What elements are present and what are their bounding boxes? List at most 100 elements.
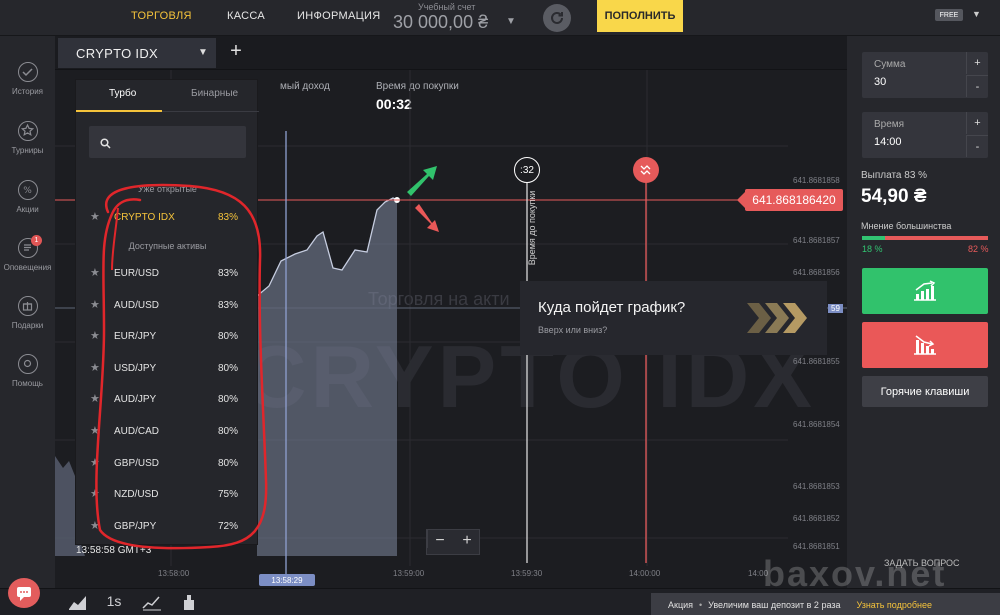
y-tick: 641.8681854	[793, 420, 840, 429]
star-icon[interactable]: ★	[90, 266, 100, 279]
asset-selector-panel: Турбо Бинарные Уже открытые ★ CRYPTO IDX…	[75, 79, 259, 545]
sidebar-item-label: Турниры	[11, 146, 44, 155]
star-icon[interactable]: ★	[90, 329, 100, 342]
purchase-timer: :32	[514, 157, 540, 183]
help-icon	[17, 354, 38, 374]
nav-information[interactable]: ИНФОРМАЦИЯ	[297, 10, 380, 22]
time-decrease-button[interactable]: -	[966, 135, 988, 157]
nav-trading[interactable]: ТОРГОВЛЯ	[131, 10, 192, 22]
sidebar-item-notifications[interactable]: 1 Оповещения	[0, 235, 55, 272]
call-up-button[interactable]	[862, 268, 988, 314]
asset-payout: 83%	[218, 299, 239, 311]
majority-bar	[862, 236, 988, 240]
amount-field[interactable]: Сумма 30 + -	[862, 52, 988, 98]
chart-up-icon	[914, 280, 936, 301]
asset-name: EUR/JPY	[114, 331, 157, 343]
zoom-controls: − +	[426, 529, 480, 555]
trade-panel: Сумма 30 + - Время 14:00 + - Выплата 83 …	[847, 36, 1000, 588]
amount-decrease-button[interactable]: -	[966, 75, 988, 97]
asset-payout: 75%	[218, 489, 239, 501]
time-increase-button[interactable]: +	[966, 112, 988, 134]
tab-turbo[interactable]: Турбо	[109, 88, 136, 99]
caret-down-icon: ▼	[506, 16, 516, 27]
star-icon[interactable]: ★	[90, 519, 100, 532]
chevrons-right-icon	[747, 303, 807, 333]
sidebar-item-label: История	[11, 87, 44, 96]
asset-payout: 83%	[218, 212, 239, 223]
asset-row[interactable]: ★ GBP/JPY 72%	[76, 515, 259, 539]
y-tick: 641.8681853	[793, 482, 840, 491]
star-icon[interactable]: ★	[90, 210, 100, 223]
account-label: Учебный счет	[418, 2, 476, 12]
asset-payout: 80%	[218, 331, 239, 343]
star-icon[interactable]: ★	[90, 361, 100, 374]
nav-cashier[interactable]: КАССА	[227, 10, 265, 22]
server-clock: 13:58:58 GMT+3	[76, 545, 152, 556]
star-icon[interactable]: ★	[90, 487, 100, 500]
asset-row[interactable]: ★ GBP/USD 80%	[76, 452, 259, 476]
star-icon[interactable]: ★	[90, 424, 100, 437]
caret-down-icon[interactable]: ▼	[972, 9, 981, 19]
star-icon[interactable]: ★	[90, 456, 100, 469]
sidebar-item-tournaments[interactable]: Турниры	[0, 121, 55, 155]
asset-row[interactable]: ★ CRYPTO IDX 83%	[76, 206, 259, 230]
sidebar-item-gifts[interactable]: Подарки	[0, 296, 55, 330]
asset-row[interactable]: ★ EUR/USD 83%	[76, 262, 259, 286]
amount-label: Сумма	[874, 59, 906, 70]
amount-increase-button[interactable]: +	[966, 52, 988, 74]
majority-down: 82 %	[968, 244, 989, 254]
majority-up: 18 %	[862, 244, 883, 254]
left-sidebar: История Турниры % Акции 1 Оповещения Под…	[0, 36, 55, 615]
ask-question-link[interactable]: ЗАДАТЬ ВОПРОС	[884, 558, 960, 568]
asset-payout: 80%	[218, 394, 239, 406]
plan-badge[interactable]: FREE	[935, 9, 963, 21]
put-down-button[interactable]	[862, 322, 988, 368]
current-price-tag: 641.868186420	[737, 189, 843, 211]
chat-button[interactable]	[8, 578, 40, 608]
time-value[interactable]: 14:00	[874, 136, 902, 148]
promo-link[interactable]: Узнать подробнее	[856, 600, 932, 610]
sidebar-item-history[interactable]: История	[0, 62, 55, 96]
star-icon[interactable]: ★	[90, 298, 100, 311]
zoom-out-button[interactable]: −	[427, 532, 453, 550]
sidebar-item-help[interactable]: Помощь	[0, 354, 55, 388]
account-balance: 30 000,00 ₴	[393, 12, 489, 32]
asset-name: AUD/CAD	[114, 426, 160, 437]
sidebar-item-label: Акции	[16, 205, 39, 214]
asset-name: GBP/JPY	[114, 520, 157, 532]
time-marker: 13:58:29	[259, 574, 315, 586]
refresh-button[interactable]	[543, 4, 571, 32]
asset-name: GBP/USD	[114, 457, 160, 469]
bottom-toolbar: 1s Акция • Увеличим ваш депозит в 2 раза…	[0, 588, 1000, 615]
asset-row[interactable]: ★ AUD/CAD 80%	[76, 420, 259, 444]
drawing-tools-icon[interactable]	[175, 593, 203, 613]
amount-value[interactable]: 30	[874, 76, 886, 88]
sidebar-item-label: Подарки	[11, 321, 44, 330]
prompt-subtitle: Вверх или вниз?	[538, 325, 608, 335]
majority-bar-up	[862, 236, 885, 240]
zoom-in-button[interactable]: +	[454, 532, 480, 550]
asset-row[interactable]: ★ NZD/USD 75%	[76, 483, 259, 507]
asset-row[interactable]: ★ AUD/JPY 80%	[76, 388, 259, 412]
expiry-interval[interactable]: 1s	[100, 593, 128, 613]
asset-row[interactable]: ★ EUR/JPY 80%	[76, 325, 259, 349]
asset-search-input[interactable]	[89, 126, 246, 158]
sidebar-item-promotions[interactable]: % Акции	[0, 180, 55, 214]
top-bar: ТОРГОВЛЯ КАССА ИНФОРМАЦИЯ Учебный счет 3…	[0, 0, 1000, 36]
divider	[162, 111, 259, 112]
asset-row[interactable]: ★ AUD/USD 83%	[76, 294, 259, 318]
hotkeys-button[interactable]: Горячие клавиши	[862, 376, 988, 407]
time-field[interactable]: Время 14:00 + -	[862, 112, 988, 158]
payout-label: Выплата 83 %	[861, 170, 928, 181]
asset-name: CRYPTO IDX	[114, 212, 175, 223]
indicators-icon[interactable]	[138, 593, 166, 613]
asset-payout: 80%	[218, 426, 239, 437]
tab-binary[interactable]: Бинарные	[191, 88, 238, 99]
chart-type-icon[interactable]	[64, 593, 92, 613]
star-icon[interactable]: ★	[90, 392, 100, 405]
promo-banner[interactable]: Акция • Увеличим ваш депозит в 2 раза Уз…	[651, 593, 1000, 615]
deposit-button[interactable]: ПОПОЛНИТЬ	[597, 0, 683, 32]
refresh-icon	[551, 11, 563, 24]
asset-row[interactable]: ★ USD/JPY 80%	[76, 357, 259, 381]
x-tick: 14:00	[748, 569, 769, 578]
